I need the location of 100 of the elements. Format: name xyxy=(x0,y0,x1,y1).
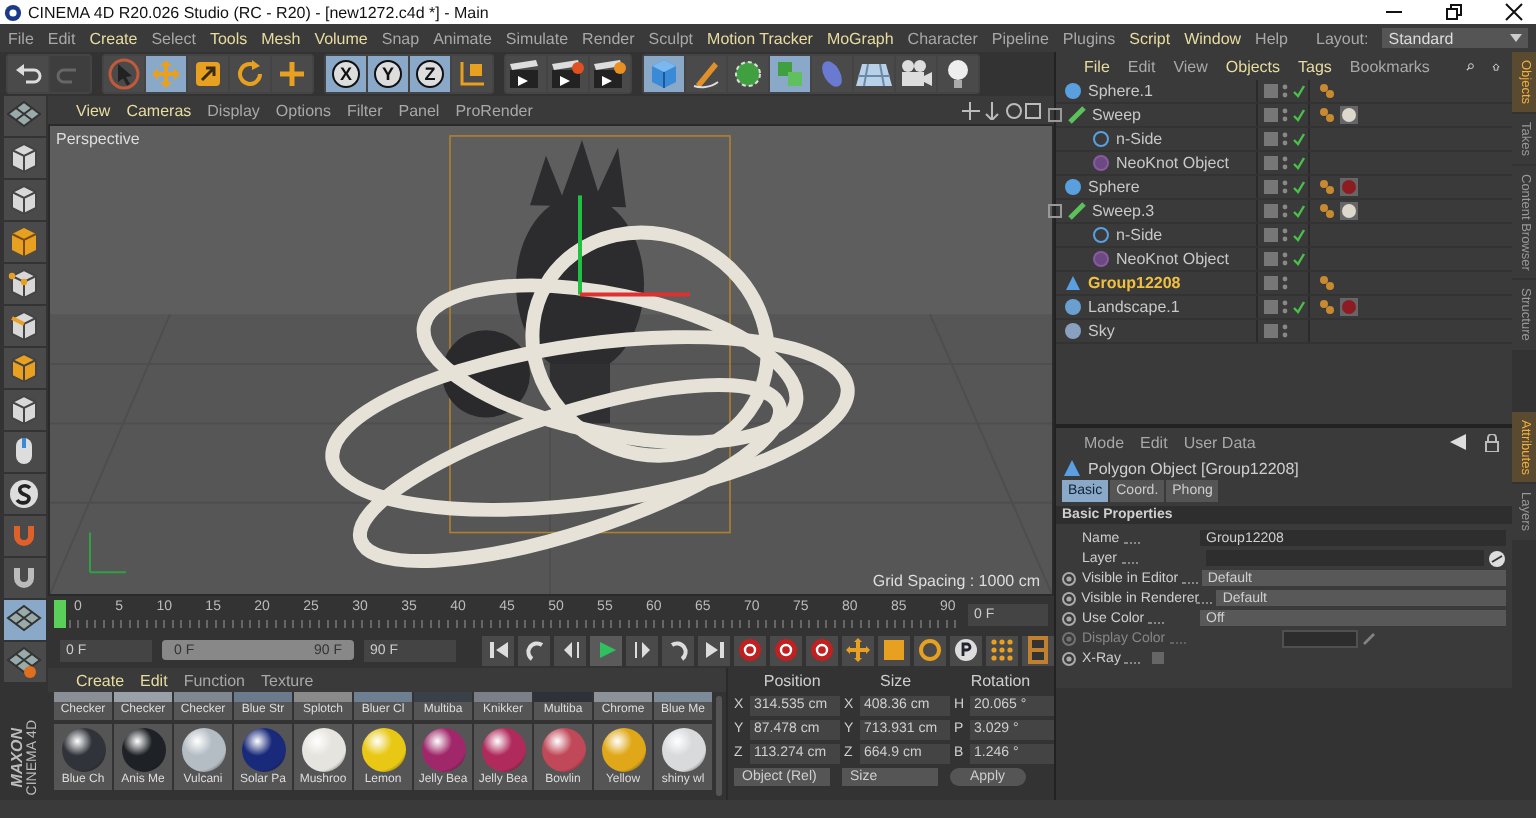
menu-item[interactable]: Panel xyxy=(398,101,440,119)
menu-item[interactable]: Volume xyxy=(314,29,368,47)
playback-button[interactable] xyxy=(662,635,694,665)
lock-icon[interactable] xyxy=(1484,433,1500,451)
menu-item[interactable]: Sculpt xyxy=(648,29,694,47)
checkmark-icon[interactable] xyxy=(1292,228,1306,242)
tool-button[interactable] xyxy=(3,474,45,514)
menu-item[interactable]: Pipeline xyxy=(991,29,1049,47)
object-row[interactable]: n-Side xyxy=(1056,224,1512,248)
tool-button[interactable] xyxy=(3,180,45,220)
menu-item[interactable]: MoGraph xyxy=(826,29,894,47)
object-row[interactable]: Sphere xyxy=(1056,176,1512,200)
checkmark-icon[interactable] xyxy=(1292,156,1306,170)
menu-item[interactable]: Objects xyxy=(1225,57,1281,75)
menu-item[interactable]: Motion Tracker xyxy=(707,29,813,47)
object-row[interactable]: Group12208 xyxy=(1056,272,1512,296)
checkmark-icon[interactable] xyxy=(1292,300,1306,314)
menu-item[interactable]: Script xyxy=(1129,29,1171,47)
menu-item[interactable]: Edit xyxy=(47,29,76,47)
menu-item[interactable]: User Data xyxy=(1183,433,1256,451)
tool-button[interactable] xyxy=(3,222,45,262)
playback-button[interactable] xyxy=(914,635,946,665)
menu-item[interactable]: Character xyxy=(907,29,978,47)
menu-item[interactable]: ProRender xyxy=(455,101,533,119)
tool-button[interactable] xyxy=(3,600,45,640)
menu-item[interactable]: Options xyxy=(275,101,331,119)
playback-button[interactable] xyxy=(626,635,658,665)
menu-item[interactable]: File xyxy=(1084,57,1110,75)
playback-button[interactable] xyxy=(950,635,982,665)
checkmark-icon[interactable] xyxy=(1292,132,1306,146)
checkmark-icon[interactable] xyxy=(1292,252,1306,266)
menu-item[interactable]: Function xyxy=(183,671,245,689)
playback-button[interactable] xyxy=(986,635,1018,665)
playback-button[interactable] xyxy=(878,635,910,665)
restore-icon[interactable] xyxy=(1444,2,1464,22)
menu-item[interactable]: Window xyxy=(1184,29,1242,47)
tool-button[interactable] xyxy=(3,96,45,136)
back-arrow-icon[interactable] xyxy=(1450,434,1468,450)
playback-button[interactable] xyxy=(698,635,730,665)
playback-button[interactable] xyxy=(770,635,802,665)
menu-item[interactable]: Texture xyxy=(261,671,314,689)
object-row[interactable]: NeoKnot Object xyxy=(1056,152,1512,176)
collapse-toggle[interactable] xyxy=(1048,204,1062,218)
menu-item[interactable]: Render xyxy=(582,29,635,47)
scrollbar[interactable] xyxy=(716,696,722,796)
object-row[interactable]: Landscape.1 xyxy=(1056,296,1512,320)
menu-item[interactable]: Snap xyxy=(381,29,420,47)
tool-button[interactable] xyxy=(3,138,45,178)
toolbar-button[interactable] xyxy=(938,56,978,92)
menu-item[interactable]: Display xyxy=(207,101,260,119)
checkmark-icon[interactable] xyxy=(1292,204,1306,218)
toolbar-button[interactable]: Y xyxy=(368,56,408,92)
tool-button[interactable] xyxy=(3,432,45,472)
material-tag[interactable] xyxy=(1340,202,1358,220)
toolbar-button[interactable] xyxy=(896,56,936,92)
menu-item[interactable]: Edit xyxy=(1127,57,1156,75)
collapse-toggle[interactable] xyxy=(1048,108,1062,122)
object-row[interactable]: Sweep.3 xyxy=(1056,200,1512,224)
menu-item[interactable]: Tags xyxy=(1298,57,1332,75)
object-row[interactable]: NeoKnot Object xyxy=(1056,248,1512,272)
playback-button[interactable] xyxy=(734,635,766,665)
material-tag[interactable] xyxy=(1340,106,1358,124)
tool-button[interactable] xyxy=(3,306,45,346)
menu-item[interactable]: Create xyxy=(89,29,138,47)
playback-button[interactable] xyxy=(554,635,586,665)
menu-item[interactable]: Tools xyxy=(209,29,248,47)
menu-item[interactable]: Bookmarks xyxy=(1349,57,1430,75)
toolbar-button[interactable] xyxy=(506,56,546,92)
object-row[interactable]: n-Side xyxy=(1056,128,1512,152)
object-row[interactable]: Sky xyxy=(1056,320,1512,344)
playback-button[interactable] xyxy=(518,635,550,665)
checkbox[interactable] xyxy=(1152,652,1165,664)
menu-item[interactable]: Help xyxy=(1255,29,1288,47)
object-row[interactable]: Sphere.1 xyxy=(1056,80,1512,104)
toolbar-button[interactable] xyxy=(548,56,588,92)
menu-item[interactable]: Mode xyxy=(1084,433,1125,451)
playback-button[interactable] xyxy=(590,635,622,665)
toolbar-button[interactable] xyxy=(188,56,228,92)
layer-picker-icon[interactable] xyxy=(1488,549,1506,567)
viewport-controls-icon[interactable] xyxy=(962,101,1042,119)
menu-item[interactable]: View xyxy=(76,101,111,119)
menu-item[interactable]: Filter xyxy=(346,101,383,119)
layout-dropdown[interactable]: Standard xyxy=(1382,28,1528,48)
toolbar-button[interactable] xyxy=(8,56,48,92)
playback-button[interactable] xyxy=(482,635,514,665)
playback-button[interactable] xyxy=(842,635,874,665)
tool-button[interactable] xyxy=(3,264,45,304)
menu-item[interactable]: Animate xyxy=(433,29,492,47)
menu-item[interactable]: Simulate xyxy=(505,29,569,47)
menu-item[interactable]: Create xyxy=(76,671,125,689)
tool-button[interactable] xyxy=(3,348,45,388)
toolbar-button[interactable]: X xyxy=(326,56,366,92)
playback-button[interactable] xyxy=(806,635,838,665)
menu-item[interactable]: Edit xyxy=(1140,433,1168,451)
toolbar-button[interactable] xyxy=(728,56,768,92)
menu-item[interactable]: Mesh xyxy=(261,29,301,47)
home-icon[interactable] xyxy=(1491,57,1500,75)
toolbar-button[interactable] xyxy=(590,56,630,92)
menu-item[interactable]: File xyxy=(8,29,34,47)
tool-button[interactable] xyxy=(3,390,45,430)
